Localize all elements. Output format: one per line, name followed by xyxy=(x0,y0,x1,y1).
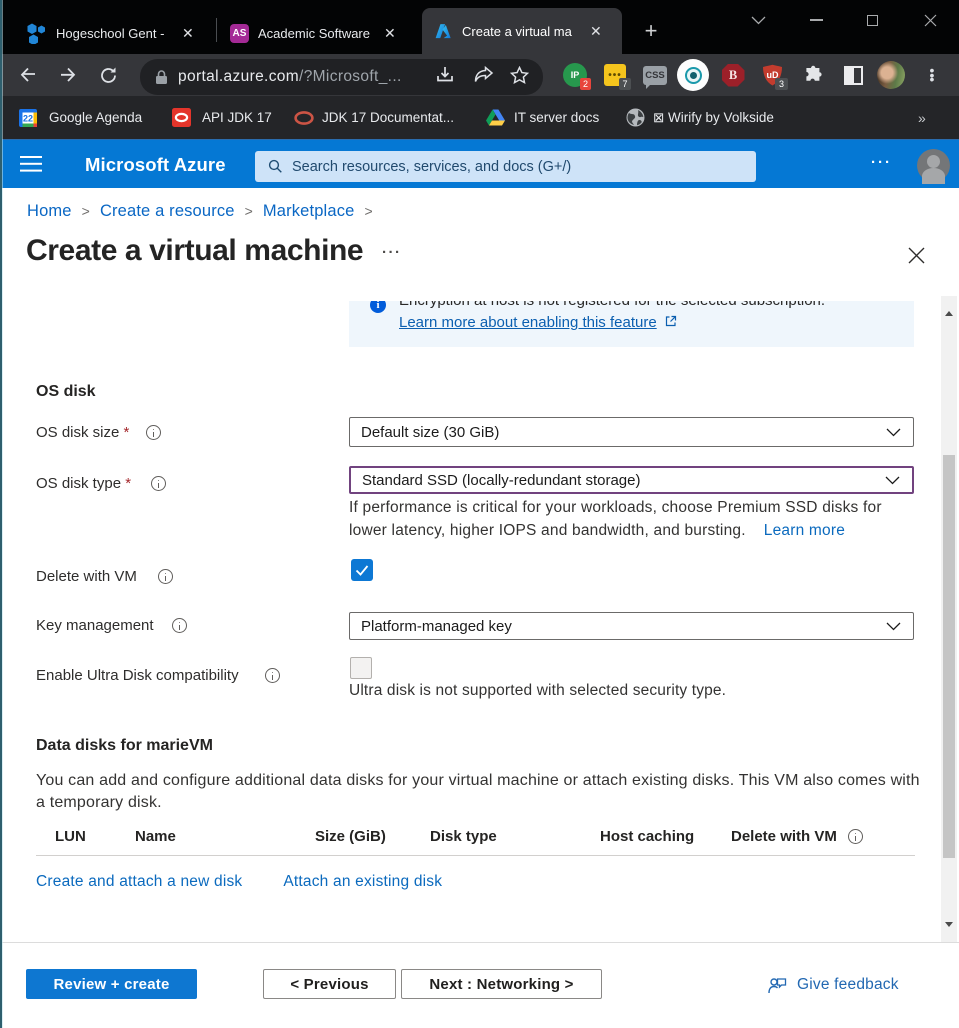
svg-text:22: 22 xyxy=(23,113,33,123)
